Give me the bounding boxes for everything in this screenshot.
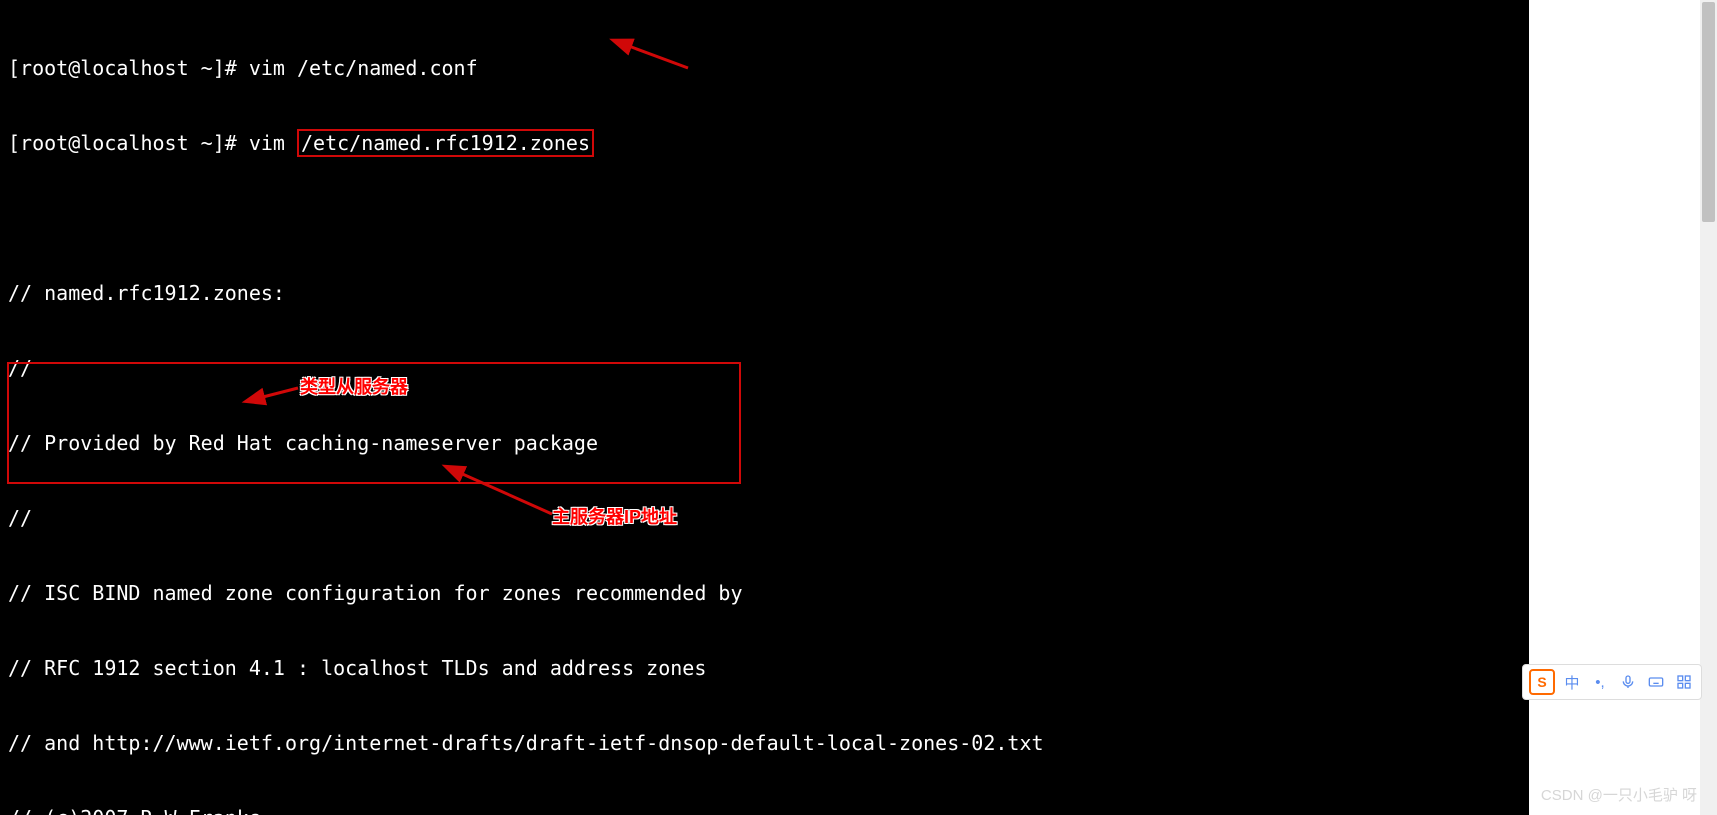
vertical-scrollbar[interactable]: [1700, 0, 1717, 815]
keyboard-icon[interactable]: [1645, 671, 1667, 693]
scrollbar-thumb[interactable]: [1702, 2, 1715, 222]
terminal-line: [8, 206, 1521, 231]
microphone-icon[interactable]: [1617, 671, 1639, 693]
terminal-line: [root@localhost ~]# vim /etc/named.conf: [8, 56, 1521, 81]
highlighted-path: /etc/named.rfc1912.zones: [297, 129, 594, 157]
terminal-output[interactable]: [root@localhost ~]# vim /etc/named.conf …: [0, 0, 1529, 815]
terminal-line: // and http://www.ietf.org/internet-draf…: [8, 731, 1521, 756]
shell-command: vim /etc/named.conf: [249, 56, 478, 80]
terminal-line: // ISC BIND named zone configuration for…: [8, 581, 1521, 606]
terminal-line: // Provided by Red Hat caching-nameserve…: [8, 431, 1521, 456]
terminal-line: //: [8, 356, 1521, 381]
grid-icon[interactable]: [1673, 671, 1695, 693]
terminal-line: //: [8, 506, 1521, 531]
ime-toolbar[interactable]: S 中 •,: [1522, 664, 1702, 700]
shell-command-prefix: vim: [249, 131, 297, 155]
viewport: [root@localhost ~]# vim /etc/named.conf …: [0, 0, 1717, 815]
shell-prompt: [root@localhost ~]#: [8, 131, 249, 155]
terminal-line: // RFC 1912 section 4.1 : localhost TLDs…: [8, 656, 1521, 681]
ime-lang-toggle[interactable]: 中: [1561, 671, 1583, 693]
sogou-logo-icon[interactable]: S: [1529, 669, 1555, 695]
shell-prompt: [root@localhost ~]#: [8, 56, 249, 80]
csdn-watermark: CSDN @一只小毛驴 呀: [1541, 784, 1697, 805]
ime-punct-icon[interactable]: •,: [1589, 671, 1611, 693]
terminal-line: // (c)2007 R W Franks: [8, 806, 1521, 815]
terminal-line: [root@localhost ~]# vim /etc/named.rfc19…: [8, 131, 1521, 156]
terminal-line: // named.rfc1912.zones:: [8, 281, 1521, 306]
